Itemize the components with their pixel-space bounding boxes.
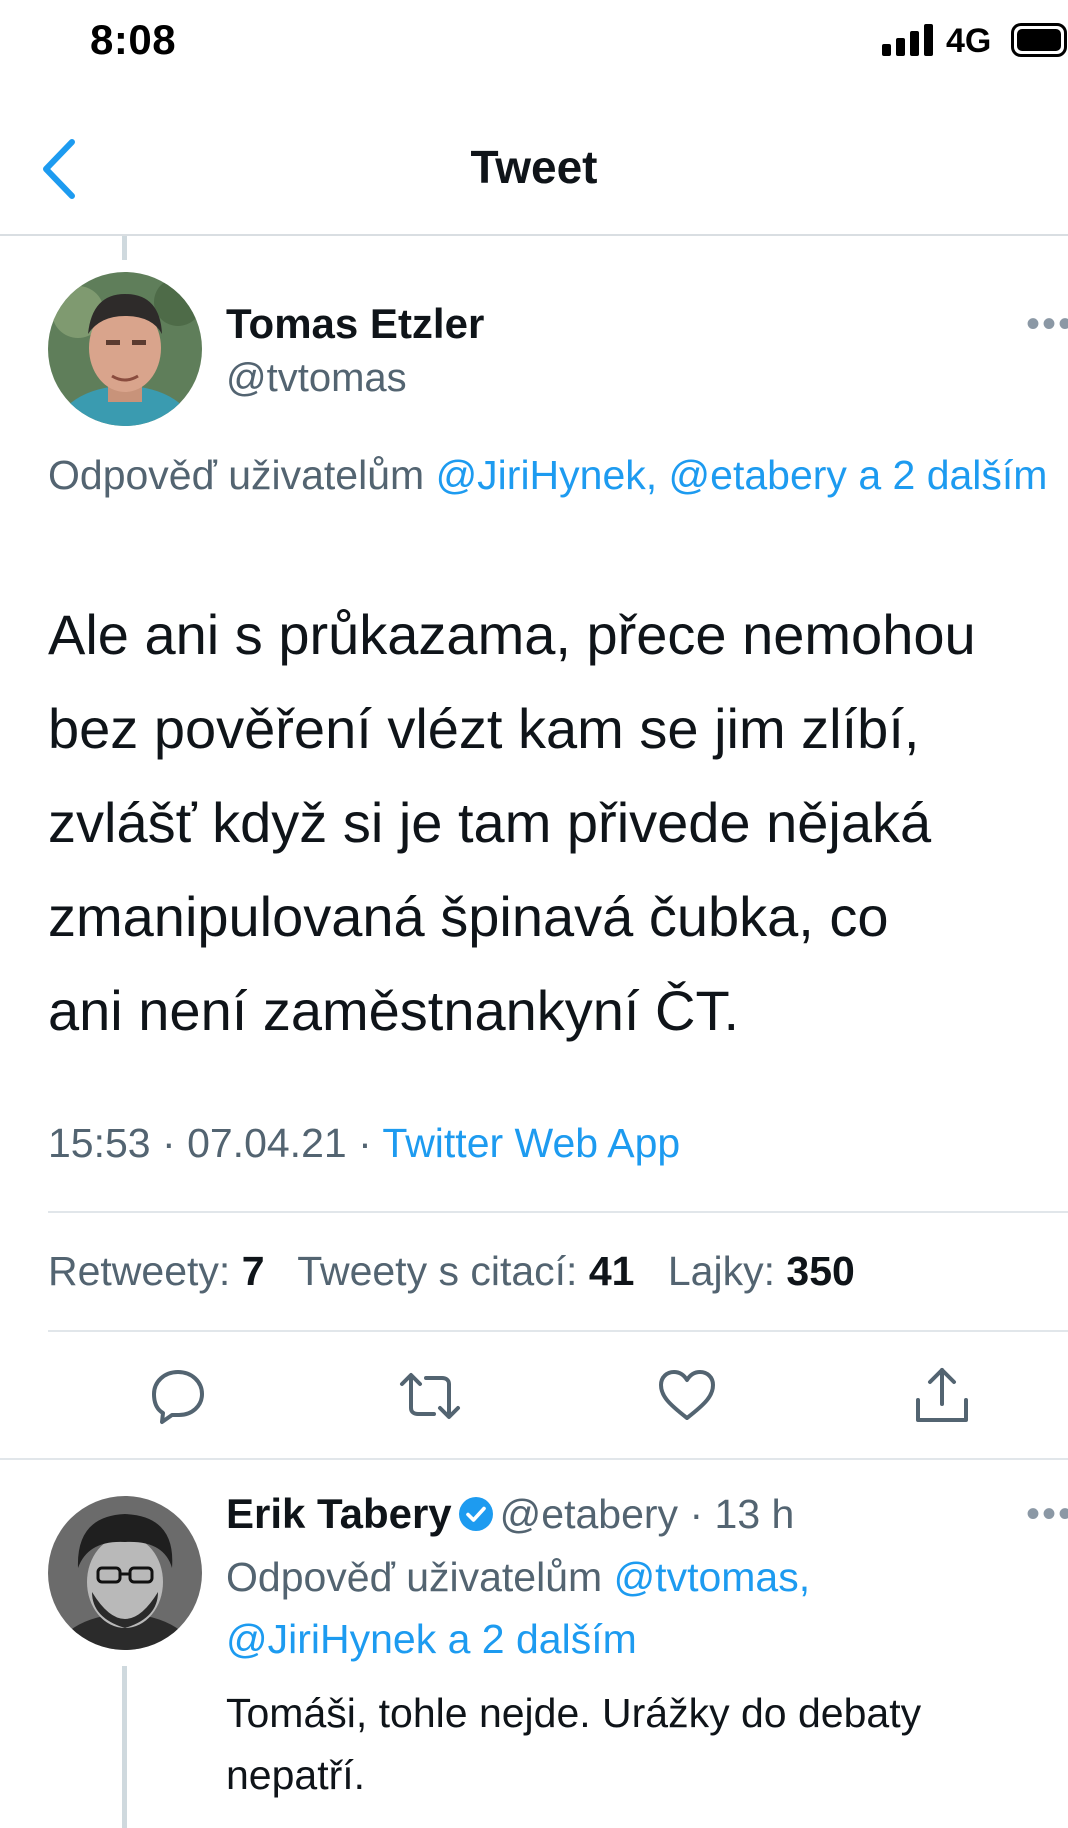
author-name[interactable]: Tomas Etzler [226,300,484,348]
header-divider [0,234,1068,236]
share-icon[interactable] [910,1364,974,1428]
more-options-icon[interactable]: ••• [1026,302,1068,347]
replying-targets-link[interactable]: @tvtomas, [614,1554,811,1600]
divider [0,1458,1068,1460]
avatar[interactable] [48,272,202,426]
reply-age: 13 h [714,1491,795,1537]
author-handle[interactable]: @tvtomas [226,356,407,401]
tweet-time: 15:53 [48,1120,151,1166]
avatar[interactable] [48,1496,202,1650]
thread-line [122,236,127,260]
divider [48,1330,1068,1332]
likes-stat[interactable]: Lajky: 350 [668,1248,855,1294]
tweet-source-link[interactable]: Twitter Web App [382,1120,680,1166]
replying-targets-link[interactable]: @JiriHynek a 2 dalším [226,1616,637,1662]
meta-separator: · [358,1120,372,1166]
battery-icon [1011,23,1067,57]
network-type: 4G [946,22,992,60]
page-title: Tweet [470,141,598,193]
quotes-stat[interactable]: Tweety s citací: 41 [297,1248,634,1294]
retweets-stat[interactable]: Retweety: 7 [48,1248,265,1294]
more-options-icon[interactable]: ••• [1026,1492,1068,1537]
tweet-stats: Retweety: 7 Tweety s citací: 41 Lajky: 3… [48,1248,855,1295]
reply-author-handle[interactable]: @etabery [500,1491,678,1537]
tweet-text: Ale ani s průkazama, přece nemohou bez p… [48,603,976,1042]
retweet-icon[interactable] [398,1364,462,1428]
divider [48,1211,1068,1213]
verified-badge-icon [458,1495,494,1531]
reply-text: Tomáši, tohle nejde. Urážky do debaty ne… [226,1690,922,1798]
reply-replying-to: Odpověď uživatelům @tvtomas, @JiriHynek … [226,1554,811,1662]
tweet-meta: 15:53 · 07.04.21 · Twitter Web App [48,1120,680,1167]
meta-separator: · [689,1491,704,1537]
replying-targets-link[interactable]: @JiriHynek, @etabery a 2 dalším [436,452,1048,498]
status-time: 8:08 [90,16,177,63]
replying-prefix: Odpověď uživatelům [48,452,436,498]
signal-icon [882,24,934,56]
reply-author-name[interactable]: Erik Tabery [226,1490,452,1537]
reply-header: Erik Tabery @etabery · 13 h [226,1490,794,1538]
thread-line [122,1666,127,1828]
reply-icon[interactable] [146,1364,210,1428]
replying-to: Odpověď uživatelům @JiriHynek, @etabery … [48,444,1048,506]
tweet-date: 07.04.21 [187,1120,347,1166]
like-icon[interactable] [655,1364,719,1428]
meta-separator: · [162,1120,176,1166]
